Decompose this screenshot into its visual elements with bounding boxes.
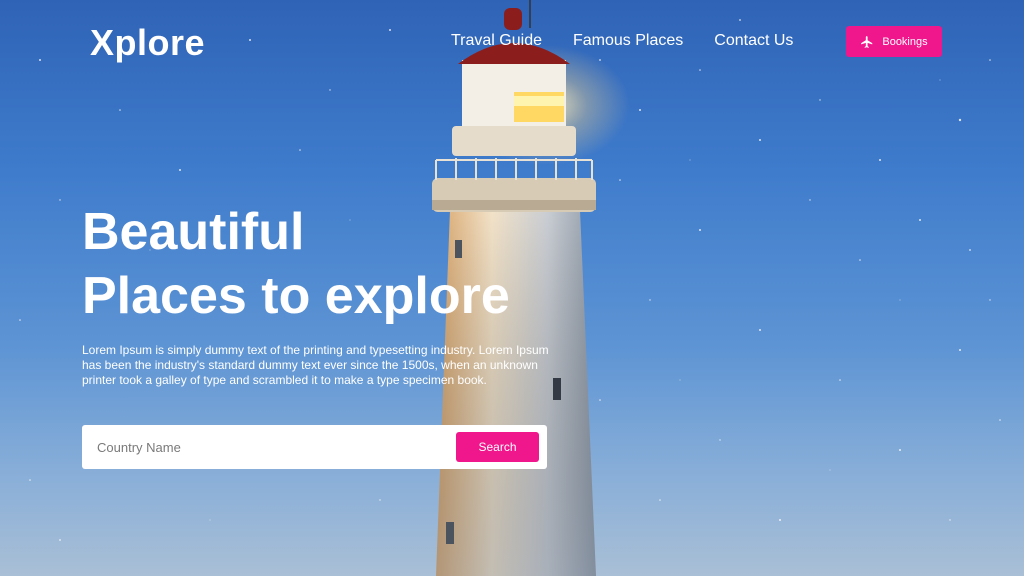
search-bar: Search xyxy=(82,425,547,469)
headline-line-2: Places to explore xyxy=(82,267,510,325)
airplane-icon xyxy=(861,35,873,48)
nav-link-contact-us[interactable]: Contact Us xyxy=(714,32,793,50)
bookings-button[interactable]: Bookings xyxy=(846,26,942,57)
hero-headline: Beautiful Places to explore xyxy=(82,200,602,328)
main-nav: Traval Guide Famous Places Contact Us xyxy=(451,32,793,50)
search-button[interactable]: Search xyxy=(456,432,539,462)
hero-section: Xplore Traval Guide Famous Places Contac… xyxy=(0,0,1024,576)
bookings-label: Bookings xyxy=(882,35,928,48)
brand-logo[interactable]: Xplore xyxy=(90,22,205,64)
nav-link-famous-places[interactable]: Famous Places xyxy=(573,32,683,50)
country-search-input[interactable] xyxy=(97,439,456,455)
headline-line-1: Beautiful xyxy=(82,203,305,261)
nav-link-travel-guide[interactable]: Traval Guide xyxy=(451,32,542,50)
hero-description: Lorem Ipsum is simply dummy text of the … xyxy=(82,343,549,387)
